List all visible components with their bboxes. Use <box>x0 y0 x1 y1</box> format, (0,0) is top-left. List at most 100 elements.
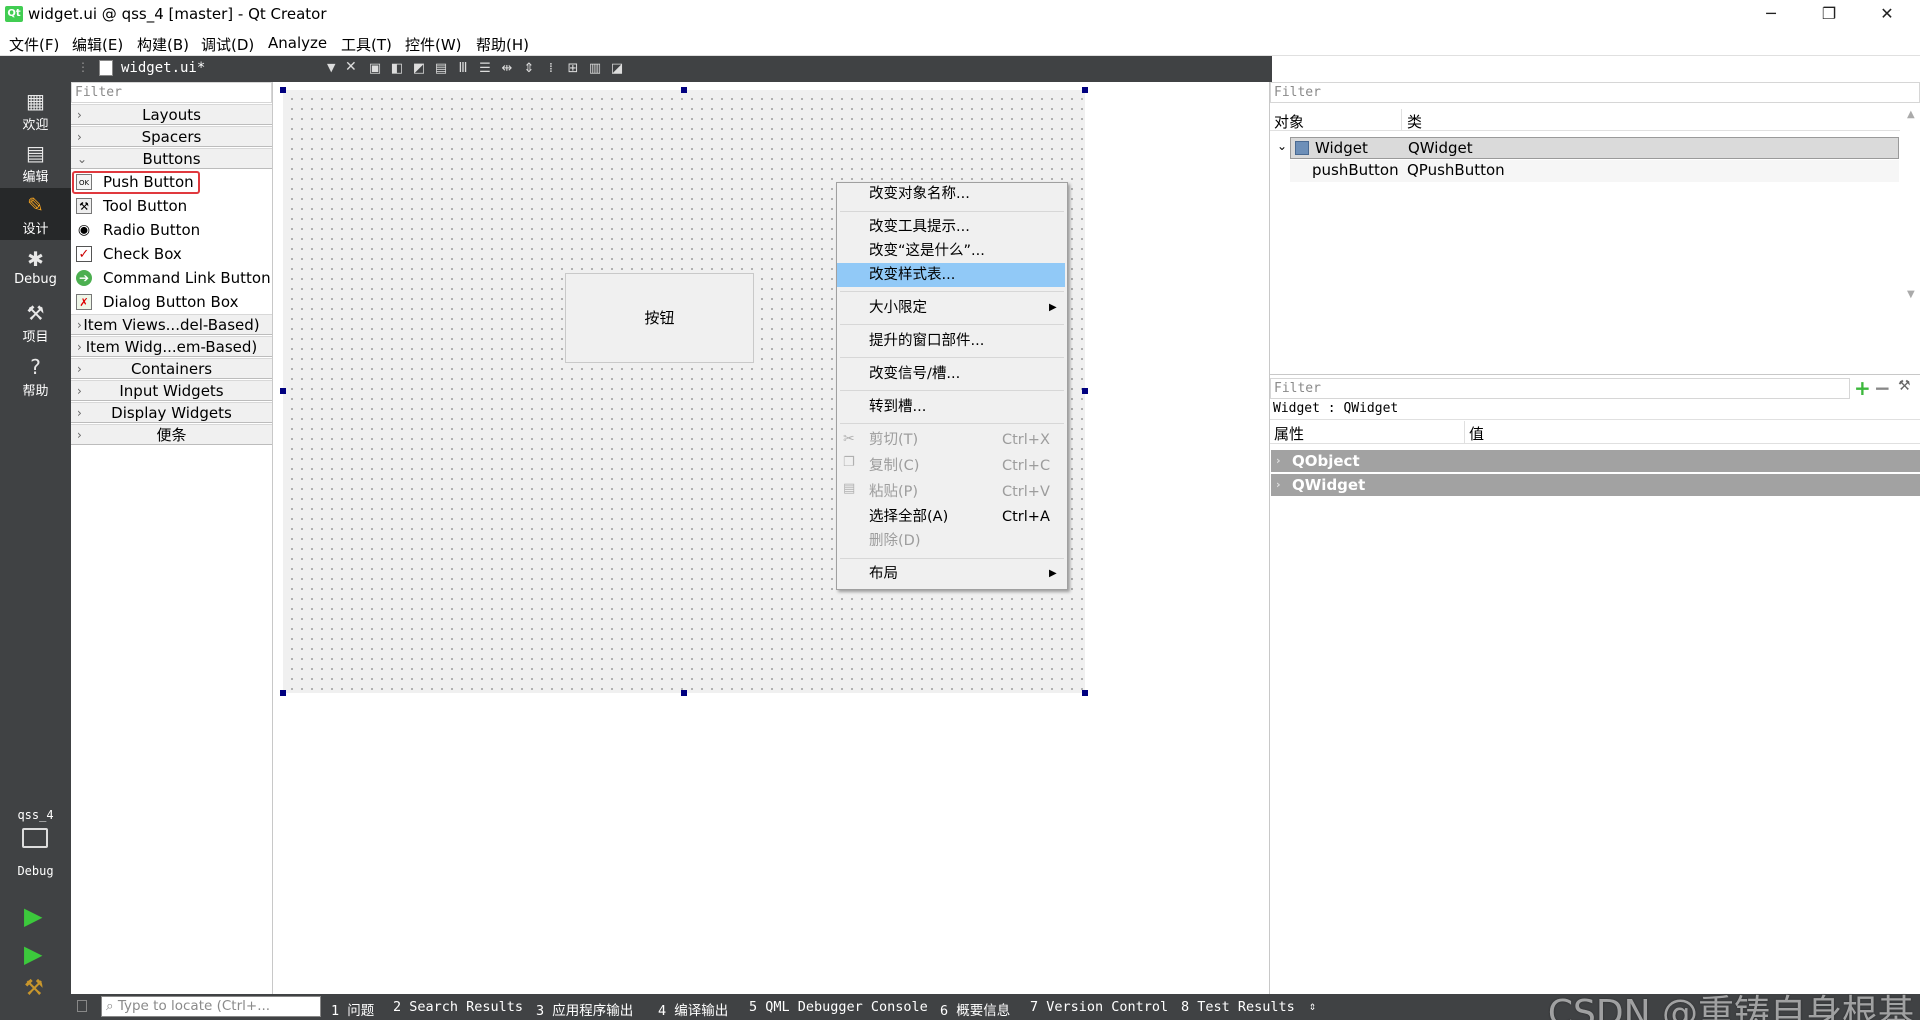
object-inspector-scrollbar[interactable]: ▲ ▼ <box>1904 109 1920 305</box>
widget-filter-input[interactable]: Filter <box>71 82 272 103</box>
widget-command-link-button[interactable]: ➔ Command Link Button <box>71 266 272 290</box>
resize-handle[interactable] <box>1082 690 1088 696</box>
menu-go-to-slot[interactable]: 转到槽... <box>869 396 926 418</box>
category-item-widgets[interactable]: › Item Widg...em-Based) <box>71 336 272 357</box>
category-scratchpad[interactable]: › 便条 <box>71 424 272 445</box>
menu-change-whats-this[interactable]: 改变“这是什么”... <box>869 240 985 262</box>
property-filter-input[interactable]: Filter <box>1270 378 1850 399</box>
category-input-widgets[interactable]: › Input Widgets <box>71 380 272 401</box>
close-button[interactable]: ✕ <box>1864 0 1910 29</box>
tab-dropdown-icon[interactable]: ▼ <box>327 61 335 74</box>
editor-tab-filename[interactable]: widget.ui* <box>121 60 205 76</box>
widget-radio-button[interactable]: ◉ Radio Button <box>71 218 272 242</box>
pane-search-results[interactable]: 2 Search Results <box>393 999 523 1015</box>
layout-grid-icon[interactable]: ⊞ <box>565 61 581 77</box>
restore-button[interactable]: ❐ <box>1806 0 1852 29</box>
widget-dialog-button-box[interactable]: ✗ Dialog Button Box <box>71 290 272 314</box>
pane-application-output[interactable]: 3 应用程序输出 <box>536 999 633 1019</box>
property-group-qwidget[interactable]: › QWidget <box>1271 474 1920 497</box>
object-filter-input[interactable]: Filter <box>1270 82 1920 103</box>
scroll-down-icon[interactable]: ▼ <box>1907 289 1915 300</box>
debug-run-icon[interactable]: ▶ <box>24 940 42 968</box>
remove-dynamic-property-icon[interactable]: − <box>1874 376 1891 400</box>
locator-input[interactable]: ⌕ Type to locate (Ctrl+... <box>101 996 321 1017</box>
resize-handle[interactable] <box>280 388 286 394</box>
pane-version-control[interactable]: 7 Version Control <box>1030 999 1168 1015</box>
edit-tab-order-icon[interactable]: ▤ <box>433 61 449 77</box>
widget-push-button[interactable]: OK Push Button <box>71 170 272 194</box>
command-link-icon: ➔ <box>76 270 92 286</box>
menu-promoted-widgets[interactable]: 提升的窗口部件... <box>869 330 984 352</box>
col-value[interactable]: 值 <box>1469 423 1484 444</box>
pane-compile-output[interactable]: 4 编译输出 <box>658 999 728 1019</box>
pane-general-messages[interactable]: 6 概要信息 <box>940 999 1010 1019</box>
close-doc-icon[interactable]: ✕ <box>345 59 357 75</box>
menu-select-all[interactable]: 选择全部(A) <box>869 506 948 528</box>
menu-tools[interactable]: 工具(T) <box>341 34 392 55</box>
col-object[interactable]: 对象 <box>1274 111 1304 132</box>
more-panes-icon[interactable]: ⇕ <box>1309 999 1316 1013</box>
monitor-icon[interactable] <box>22 828 48 848</box>
mode-projects[interactable]: ⚒ 项目 <box>0 296 71 348</box>
category-item-views[interactable]: › Item Views...del-Based) <box>71 314 272 335</box>
resize-handle[interactable] <box>681 690 687 696</box>
col-class[interactable]: 类 <box>1407 111 1422 132</box>
mode-welcome[interactable]: ▦ 欢迎 <box>0 84 71 136</box>
menu-size-constraints[interactable]: 大小限定 <box>869 297 927 319</box>
category-containers[interactable]: › Containers <box>71 358 272 379</box>
menu-analyze[interactable]: Analyze <box>268 34 327 52</box>
adjust-size-icon[interactable]: ◪ <box>609 61 625 77</box>
resize-handle[interactable] <box>1082 87 1088 93</box>
run-icon[interactable]: ▶ <box>24 902 42 930</box>
resize-handle[interactable] <box>280 87 286 93</box>
menu-debug[interactable]: 调试(D) <box>201 34 254 55</box>
edit-signals-icon[interactable]: ◧ <box>389 61 405 77</box>
menu-file[interactable]: 文件(F) <box>9 34 59 55</box>
resize-handle[interactable] <box>681 87 687 93</box>
category-buttons[interactable]: ⌄ Buttons <box>71 148 272 169</box>
form-push-button[interactable]: 按钮 <box>565 273 754 363</box>
pane-qml-debugger-console[interactable]: 5 QML Debugger Console <box>749 999 928 1015</box>
configure-wrench-icon[interactable]: ⚒ <box>1898 378 1911 394</box>
mode-help[interactable]: ? 帮助 <box>0 350 71 402</box>
layout-v-splitter-icon[interactable]: ⇕ <box>521 61 537 77</box>
menu-change-stylesheet[interactable]: 改变样式表... <box>869 264 955 286</box>
layout-h-splitter-icon[interactable]: ⇹ <box>499 61 515 77</box>
mode-edit[interactable]: ▤ 编辑 <box>0 136 71 188</box>
category-spacers[interactable]: › Spacers <box>71 126 272 147</box>
mode-design[interactable]: ✎ 设计 <box>0 188 71 240</box>
category-layouts[interactable]: › Layouts <box>71 104 272 125</box>
widget-tool-button[interactable]: ⚒ Tool Button <box>71 194 272 218</box>
menu-build[interactable]: 构建(B) <box>137 34 189 55</box>
property-group-qobject[interactable]: › QObject <box>1271 450 1920 473</box>
layout-horizontal-icon[interactable]: Ⅲ <box>455 61 471 77</box>
widget-check-box[interactable]: ✓ Check Box <box>71 242 272 266</box>
edit-buddies-icon[interactable]: ◩ <box>411 61 427 77</box>
menu-change-signals-slots[interactable]: 改变信号/槽... <box>869 363 960 385</box>
object-row-widget[interactable]: ⌄ Widget QWidget <box>1277 137 1899 159</box>
resize-handle[interactable] <box>280 690 286 696</box>
layout-form-icon[interactable]: ⁞ <box>543 61 559 77</box>
scroll-up-icon[interactable]: ▲ <box>1907 109 1915 120</box>
pane-test-results[interactable]: 8 Test Results <box>1181 999 1295 1015</box>
menu-layout[interactable]: 布局 <box>869 563 898 585</box>
menu-help[interactable]: 帮助(H) <box>476 34 529 55</box>
resize-handle[interactable] <box>1082 388 1088 394</box>
chevron-right-icon: › <box>77 108 82 122</box>
object-row-pushbutton[interactable]: pushButton QPushButton <box>1290 160 1899 182</box>
menu-edit[interactable]: 编辑(E) <box>72 34 123 55</box>
menu-change-tooltip[interactable]: 改变工具提示... <box>869 216 970 238</box>
menu-change-object-name[interactable]: 改变对象名称... <box>869 183 970 205</box>
layout-vertical-icon[interactable]: ☰ <box>477 61 493 77</box>
col-property[interactable]: 属性 <box>1274 423 1304 444</box>
add-dynamic-property-icon[interactable]: + <box>1854 376 1871 400</box>
minimize-button[interactable]: ─ <box>1748 0 1794 29</box>
menu-widgets[interactable]: 控件(W) <box>405 34 462 55</box>
mode-debug[interactable]: ✱ Debug <box>0 242 71 294</box>
pane-issues[interactable]: 1 问题 <box>331 999 374 1019</box>
toggle-sidebar-icon[interactable] <box>77 1000 87 1012</box>
category-display-widgets[interactable]: › Display Widgets <box>71 402 272 423</box>
edit-widgets-icon[interactable]: ▣ <box>367 61 383 77</box>
build-hammer-icon[interactable]: ⚒ <box>24 976 44 1001</box>
break-layout-icon[interactable]: ▥ <box>587 61 603 77</box>
